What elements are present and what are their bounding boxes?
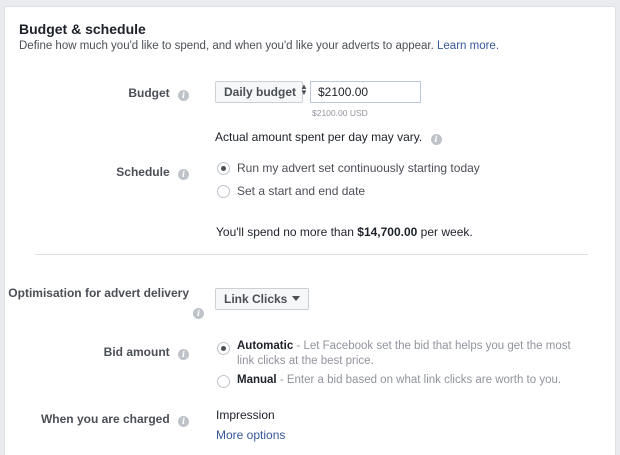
schedule-dates-radio[interactable] bbox=[217, 185, 230, 198]
subtitle-text: Define how much you'd like to spend, and… bbox=[19, 40, 434, 52]
budget-type-select[interactable]: Daily budget ▲ ▼ bbox=[215, 81, 308, 103]
section-subtitle: Define how much you'd like to spend, and… bbox=[19, 40, 499, 52]
weekly-spend-text: You'll spend no more than $14,700.00 per… bbox=[216, 225, 473, 239]
budget-amount-hint: $2100.00 USD bbox=[312, 108, 368, 118]
bid-automatic-desc: - Let Facebook set the bid that helps yo… bbox=[293, 340, 571, 352]
chevron-down-icon bbox=[292, 296, 301, 301]
info-icon[interactable]: i bbox=[430, 134, 442, 145]
weekly-spend-amount: $14,700.00 bbox=[357, 225, 418, 239]
info-icon[interactable]: i bbox=[178, 90, 189, 101]
bid-automatic-label[interactable]: Automatic - Let Facebook set the bid tha… bbox=[237, 340, 571, 352]
schedule-label: Schedule i bbox=[116, 165, 189, 180]
charged-label: When you are charged i bbox=[41, 412, 189, 427]
bid-automatic-desc-line2: link clicks at the best price. bbox=[237, 355, 374, 367]
info-icon[interactable]: i bbox=[178, 349, 189, 360]
bid-automatic-desc-2: link clicks at the best price. bbox=[237, 355, 374, 367]
charged-value: Impression bbox=[216, 408, 275, 422]
info-icon[interactable]: i bbox=[193, 308, 204, 319]
budget-type-label: Daily budget bbox=[224, 85, 297, 99]
bid-automatic-radio[interactable] bbox=[217, 342, 230, 355]
budget-amount-input[interactable]: $2100.00 bbox=[310, 81, 421, 103]
more-options-link[interactable]: More options bbox=[216, 428, 285, 442]
budget-note-text: Actual amount spent per day may vary. bbox=[215, 130, 423, 144]
schedule-continuous-label[interactable]: Run my advert set continuously starting … bbox=[237, 161, 480, 175]
bid-manual-radio[interactable] bbox=[217, 375, 230, 388]
info-icon[interactable]: i bbox=[178, 169, 189, 180]
weekly-spend-prefix: You'll spend no more than bbox=[216, 225, 358, 239]
bid-manual-desc: - Enter a bid based on what link clicks … bbox=[276, 374, 562, 386]
optimisation-label: Optimisation for advert delivery bbox=[8, 286, 189, 300]
schedule-dates-label[interactable]: Set a start and end date bbox=[237, 184, 365, 198]
optimisation-select[interactable]: Link Clicks bbox=[215, 288, 310, 310]
bid-manual-label[interactable]: Manual - Enter a bid based on what link … bbox=[237, 374, 561, 386]
weekly-spend-suffix: per week. bbox=[417, 225, 473, 239]
info-icon[interactable]: i bbox=[178, 416, 189, 427]
optimisation-value: Link Clicks bbox=[224, 292, 288, 306]
charged-label-text: When you are charged bbox=[40, 412, 170, 426]
section-title: Budget & schedule bbox=[19, 21, 146, 37]
budget-schedule-card: Budget & schedule Define how much you'd … bbox=[4, 6, 616, 455]
bid-amount-label-text: Bid amount bbox=[103, 345, 170, 359]
budget-label-text: Budget bbox=[128, 86, 170, 100]
bid-amount-label: Bid amount i bbox=[104, 345, 189, 360]
section-divider bbox=[35, 254, 588, 255]
budget-label: Budget i bbox=[128, 86, 189, 101]
learn-more-link[interactable]: Learn more. bbox=[437, 40, 499, 52]
bid-manual-title: Manual bbox=[237, 374, 277, 386]
budget-note: Actual amount spent per day may vary. i bbox=[215, 130, 442, 145]
updown-arrows-icon: ▲ ▼ bbox=[300, 82, 308, 97]
schedule-continuous-radio[interactable] bbox=[217, 162, 230, 175]
bid-automatic-title: Automatic bbox=[237, 340, 294, 352]
schedule-label-text: Schedule bbox=[116, 165, 170, 179]
